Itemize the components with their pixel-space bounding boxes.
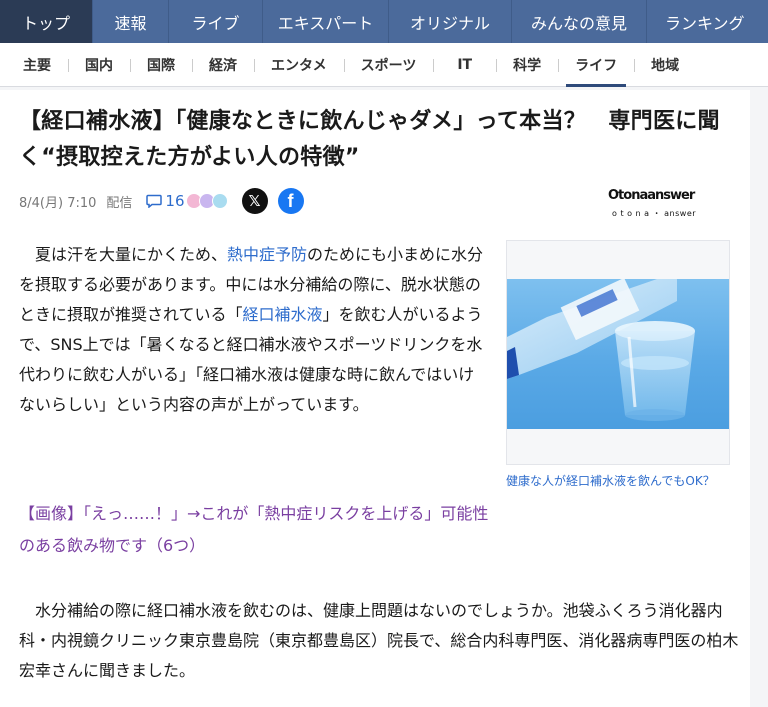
related-image-link[interactable]: 【画像】「えっ……！」→これが「熱中症リスクを上げる」可能性のある飲み物です（6… [19, 498, 489, 562]
publisher-logo-subtext: o t o n a ・ answer [612, 209, 697, 218]
link-oral-rehydration[interactable]: 経口補水液 [243, 305, 323, 324]
article-meta: 8/4(月) 7:10 配信 16 𝕏 f [19, 186, 304, 216]
top-nav: トップ 速報 ライブ エキスパート オリジナル みんなの意見 ランキング [0, 0, 768, 43]
tab-breaking[interactable]: 速報 [93, 0, 169, 43]
publisher-logo-text: Otonaanswer [608, 188, 695, 203]
category-domestic[interactable]: 国内 [68, 43, 130, 87]
facebook-share-button[interactable]: f [277, 188, 304, 214]
category-life[interactable]: ライフ [558, 43, 634, 87]
category-it[interactable]: IT [433, 43, 496, 87]
category-economy[interactable]: 経済 [192, 43, 254, 87]
category-entertainment[interactable]: エンタメ [254, 43, 344, 87]
category-science[interactable]: 科学 [496, 43, 558, 87]
delivered-label: 配信 [106, 195, 133, 211]
category-sports[interactable]: スポーツ [343, 43, 434, 87]
category-main[interactable]: 主要 [0, 43, 68, 87]
reaction-face-icon [211, 193, 228, 209]
tab-ranking[interactable]: ランキング [647, 0, 768, 43]
lead-text: 夏は汗を大量にかくため、 [35, 245, 228, 264]
comment-link[interactable]: 16 [146, 192, 185, 210]
link-heatstroke-prevention[interactable]: 熱中症予防 [227, 245, 307, 264]
publish-date: 8/4(月) 7:10 [19, 195, 97, 211]
tab-opinions[interactable]: みんなの意見 [512, 0, 647, 43]
category-international[interactable]: 国際 [130, 43, 192, 87]
reaction-faces[interactable] [185, 193, 228, 209]
category-nav: 主要 国内 国際 経済 エンタメ スポーツ IT 科学 ライフ 地域 [0, 43, 768, 87]
article-body: 水分補給の際に経口補水液を飲むのは、健康上問題はないのでしょうか。池袋ふくろう消… [19, 596, 741, 686]
tab-original[interactable]: オリジナル [389, 0, 512, 43]
publisher-logo[interactable]: Otonaanswer o t o n a ・ answer [608, 184, 696, 220]
comment-count: 16 [165, 192, 185, 210]
category-local[interactable]: 地域 [634, 43, 696, 87]
body-paragraph: 水分補給の際に経口補水液を飲むのは、健康上問題はないのでしょうか。池袋ふくろう消… [19, 601, 739, 680]
tab-top[interactable]: トップ [0, 0, 93, 43]
tab-live[interactable]: ライブ [169, 0, 263, 43]
article-headline: 【経口補水液】「健康なときに飲んじゃダメ」って本当？ 専門医に聞く“摂取控えた方… [19, 109, 720, 170]
article-lead: 夏は汗を大量にかくため、熱中症予防のためにも小まめに水分を摂取する必要があります… [19, 240, 489, 420]
article-image[interactable] [506, 240, 730, 465]
image-caption-link[interactable]: 健康な人が経口補水液を飲んでもOK？ [506, 472, 731, 490]
water-glass-photo [507, 279, 729, 429]
comment-icon [146, 194, 163, 208]
tab-expert[interactable]: エキスパート [263, 0, 389, 43]
x-share-button[interactable]: 𝕏 [241, 188, 268, 214]
